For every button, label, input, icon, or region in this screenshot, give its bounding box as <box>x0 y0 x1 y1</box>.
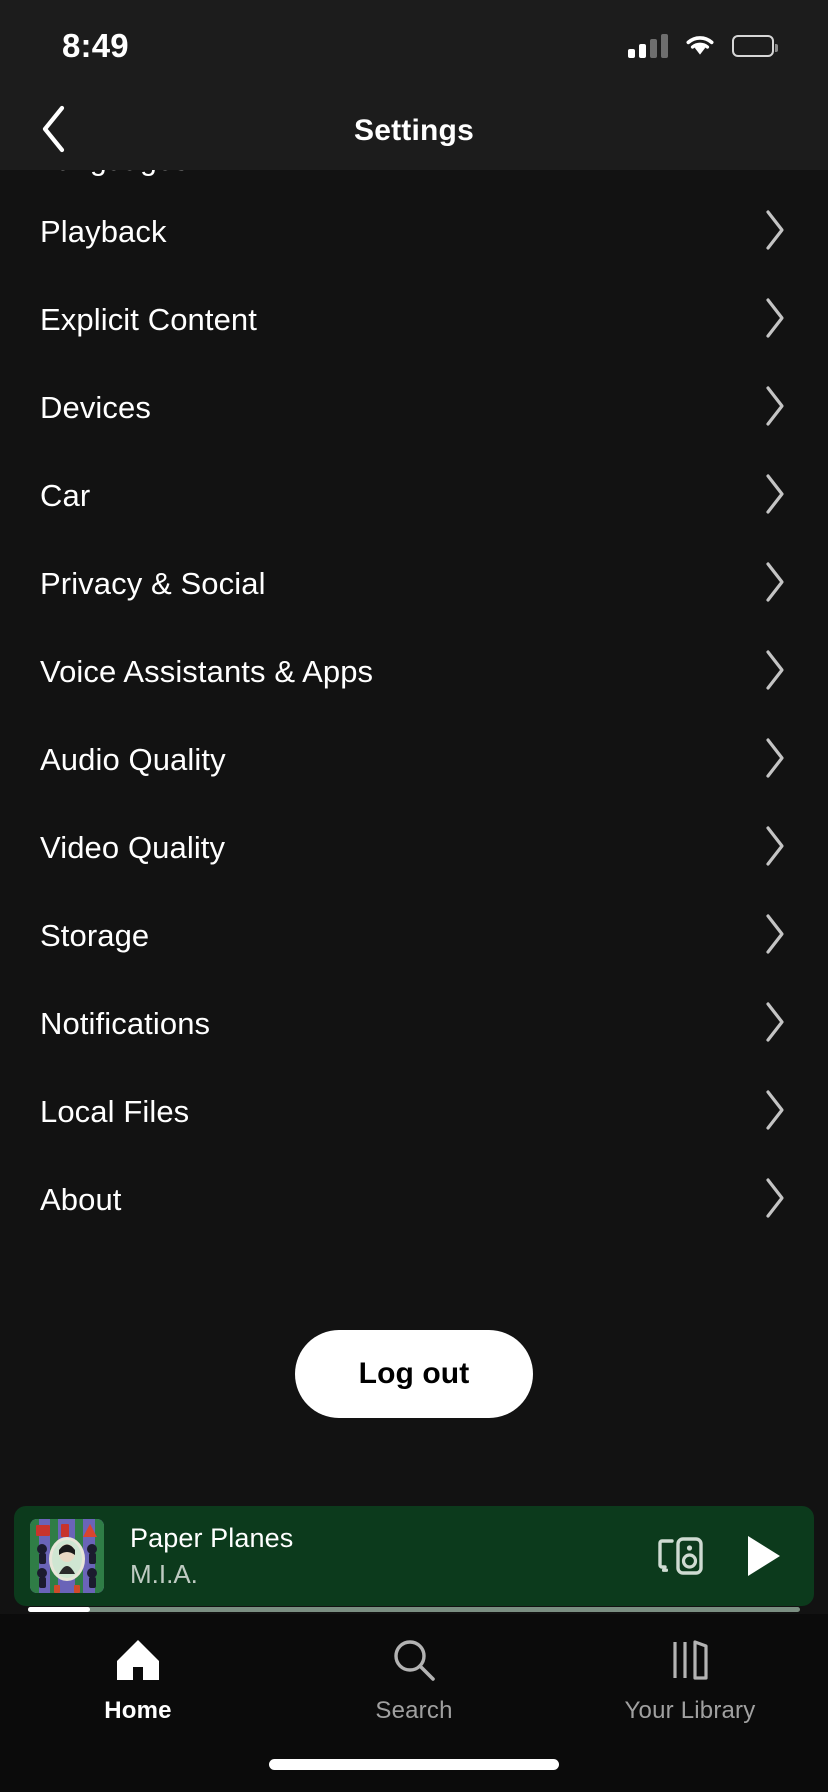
settings-rows: Playback Explicit Content Devices Car Privac… <box>0 188 828 1244</box>
tab-search[interactable]: Search <box>294 1636 534 1725</box>
chevron-right-icon <box>762 208 788 257</box>
chevron-right-icon <box>762 560 788 609</box>
chevron-right-icon <box>762 1000 788 1049</box>
settings-row-partial[interactable]: Languages <box>0 170 828 188</box>
settings-row-label: Video Quality <box>40 830 225 866</box>
settings-row[interactable]: Devices <box>0 364 828 452</box>
settings-row-label: Voice Assistants & Apps <box>40 654 373 690</box>
chevron-right-icon <box>762 824 788 873</box>
status-bar-time: 8:49 <box>62 27 129 65</box>
settings-row-label: Audio Quality <box>40 742 226 778</box>
settings-list[interactable]: Languages Playback Explicit Content Device… <box>0 170 828 1510</box>
settings-row[interactable]: Notifications <box>0 980 828 1068</box>
settings-row[interactable]: Voice Assistants & Apps <box>0 628 828 716</box>
settings-row-label: Local Files <box>40 1094 189 1130</box>
cellular-signal-icon <box>628 34 668 58</box>
settings-row-label: Playback <box>40 214 167 250</box>
settings-row[interactable]: Explicit Content <box>0 276 828 364</box>
chevron-right-icon <box>762 1088 788 1137</box>
wifi-icon <box>683 31 717 61</box>
now-playing-title: Paper Planes <box>130 1523 656 1554</box>
settings-row[interactable]: Storage <box>0 892 828 980</box>
settings-row-label: Privacy & Social <box>40 566 266 602</box>
chevron-left-icon <box>39 104 69 159</box>
logout-section: Log out <box>0 1330 828 1418</box>
tab-home-label: Home <box>104 1697 171 1725</box>
chevron-right-icon <box>762 1176 788 1225</box>
chevron-right-icon <box>762 296 788 345</box>
chevron-right-icon <box>762 912 788 961</box>
settings-row-label: Devices <box>40 390 151 426</box>
chevron-right-icon <box>762 384 788 433</box>
settings-row-label: Notifications <box>40 1006 210 1042</box>
album-art[interactable] <box>30 1519 104 1593</box>
connect-to-device-icon[interactable] <box>656 1534 704 1578</box>
settings-row-label: Explicit Content <box>40 302 257 338</box>
tab-your-library[interactable]: Your Library <box>570 1636 810 1725</box>
page-header: Settings <box>0 92 828 170</box>
play-button[interactable] <box>742 1533 784 1579</box>
chevron-right-icon <box>762 472 788 521</box>
tab-search-label: Search <box>375 1697 452 1725</box>
now-playing-bar[interactable]: Paper Planes M.I.A. <box>14 1506 814 1606</box>
log-out-button[interactable]: Log out <box>295 1330 534 1418</box>
now-playing-artist: M.I.A. <box>130 1559 656 1590</box>
chevron-right-icon <box>762 648 788 697</box>
status-bar: 8:49 <box>0 0 828 92</box>
battery-icon <box>732 35 774 57</box>
status-bar-indicators <box>628 31 774 61</box>
tab-home[interactable]: Home <box>18 1636 258 1725</box>
settings-row[interactable]: Playback <box>0 188 828 276</box>
settings-row[interactable]: Local Files <box>0 1068 828 1156</box>
spotify-settings-screen: 8:49 Setting <box>0 0 828 1792</box>
settings-row[interactable]: Privacy & Social <box>0 540 828 628</box>
back-button[interactable] <box>24 101 84 161</box>
settings-row-label: About <box>40 1182 122 1218</box>
settings-row-partial-label: Languages <box>40 170 188 178</box>
library-icon <box>666 1636 714 1684</box>
settings-row-label: Storage <box>40 918 149 954</box>
search-icon <box>390 1636 438 1684</box>
home-icon <box>114 1636 162 1684</box>
page-title: Settings <box>0 114 828 148</box>
home-indicator <box>269 1759 559 1770</box>
chevron-right-icon <box>762 736 788 785</box>
settings-row[interactable]: Car <box>0 452 828 540</box>
now-playing-progress-fill <box>28 1607 90 1612</box>
now-playing-progress-bar[interactable] <box>28 1607 800 1612</box>
now-playing-text: Paper Planes M.I.A. <box>130 1523 656 1590</box>
settings-row[interactable]: Video Quality <box>0 804 828 892</box>
now-playing-controls <box>656 1533 798 1579</box>
settings-row-label: Car <box>40 478 90 514</box>
settings-row[interactable]: About <box>0 1156 828 1244</box>
settings-row[interactable]: Audio Quality <box>0 716 828 804</box>
tab-your-library-label: Your Library <box>625 1697 756 1725</box>
